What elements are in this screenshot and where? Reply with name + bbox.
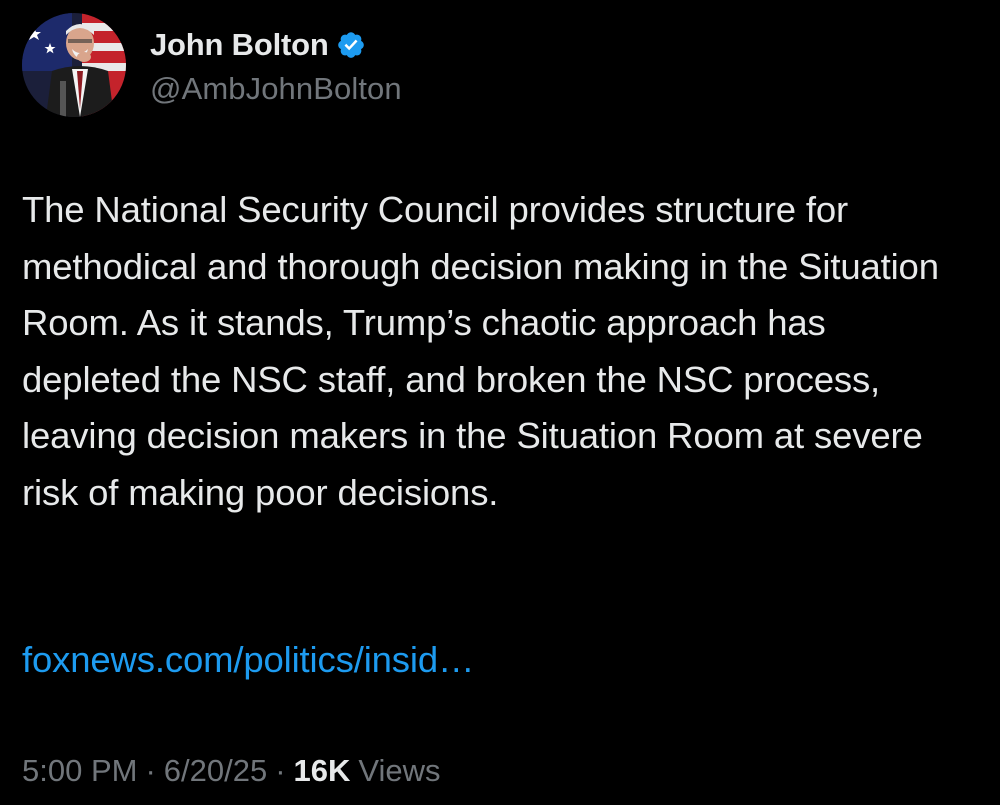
verified-badge-icon[interactable] [336, 30, 366, 60]
meta-separator: · [145, 753, 156, 788]
post-time[interactable]: 5:00 PM [22, 744, 137, 798]
post-link[interactable]: foxnews.com/politics/insid… [22, 632, 475, 688]
meta-separator: · [275, 753, 286, 788]
author-handle[interactable]: @AmbJohnBolton [150, 71, 402, 107]
views-count[interactable]: 16K [294, 744, 351, 798]
views-label: Views [358, 753, 441, 788]
post-header: John Bolton @AmbJohnBolton [22, 13, 402, 117]
post-text: The National Security Council provides s… [22, 189, 939, 513]
post-meta: 5:00 PM · 6/20/25 · 16K Views [22, 744, 441, 798]
avatar[interactable] [22, 13, 126, 117]
author-names: John Bolton @AmbJohnBolton [150, 23, 402, 107]
author-display-name[interactable]: John Bolton [150, 27, 329, 63]
avatar-image [22, 13, 126, 117]
post-date[interactable]: 6/20/25 [164, 744, 267, 798]
name-row: John Bolton [150, 25, 402, 65]
